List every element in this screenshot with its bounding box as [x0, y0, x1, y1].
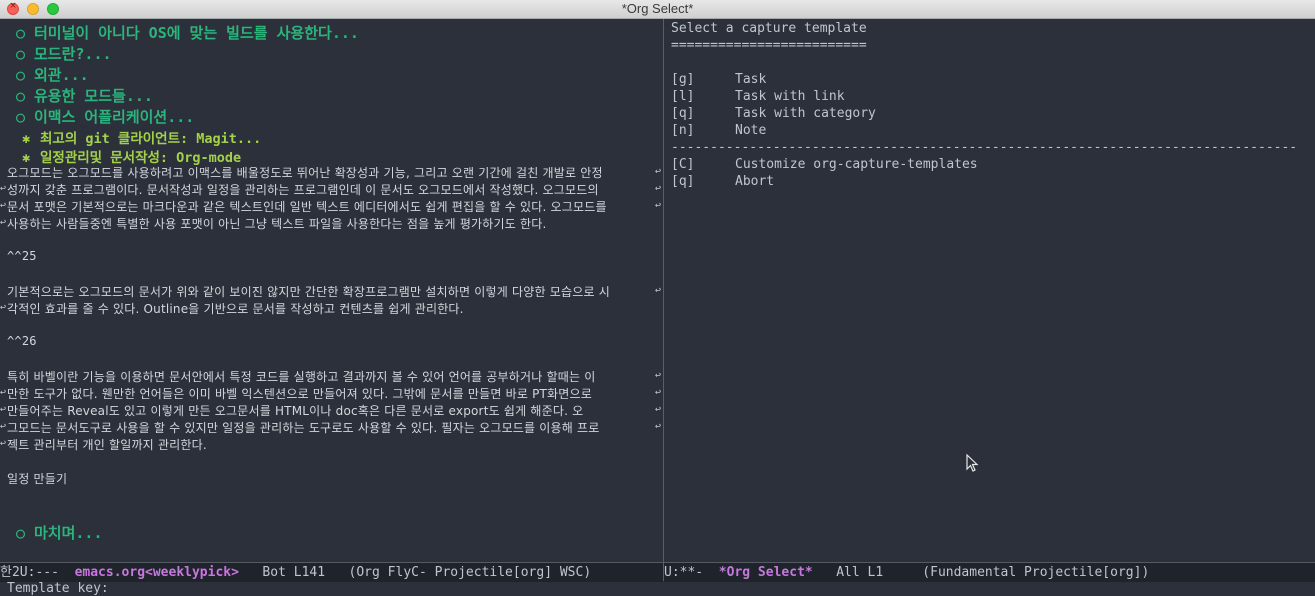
- heading-mode[interactable]: ○ 모드란?...: [16, 43, 112, 64]
- paragraph-line: 문서 포맷은 기본적으로는 마크다운과 같은 텍스트인데 일반 텍스트 에디터에…: [7, 200, 607, 214]
- circle-bullet-icon: ○: [16, 108, 26, 126]
- heading-useful-modes[interactable]: ○ 유용한 모드들...: [16, 85, 153, 106]
- left-editor-pane[interactable]: ○ 터미널이 아니다 OS에 맞는 빌드를 사용한다... ○ 모드란?... ○ 외…: [0, 19, 663, 561]
- wrap-arrow-icon: ↩: [655, 200, 662, 211]
- star-bullet-icon: ✱: [22, 131, 31, 147]
- plain-line: 일정 만들기: [7, 472, 68, 486]
- wrap-arrow-icon: ↩: [0, 200, 7, 211]
- paragraph-line: 각적인 효과를 줄 수 있다. Outline을 기반으로 문서를 작성하고 컨…: [7, 302, 464, 316]
- paragraph-line: 특히 바벨이란 기능을 이용하면 문서안에서 특정 코드를 실행하고 결과까지 …: [7, 370, 596, 384]
- paragraph-line: 만한 도구가 없다. 웬만한 언어들은 이미 바벨 익스텐션으로 만들어져 있다…: [7, 387, 593, 401]
- wrap-arrow-icon: ↩: [0, 183, 7, 194]
- wrap-arrow-icon: ↩: [0, 404, 7, 415]
- circle-bullet-icon: ○: [16, 24, 26, 42]
- title-underline: =========================: [671, 38, 867, 53]
- circle-bullet-icon: ○: [16, 45, 26, 63]
- heading-emacs-apps[interactable]: ○ 이맥스 어플리케이션...: [16, 106, 194, 127]
- separator-line: ----------------------------------------…: [671, 140, 1298, 155]
- wrap-arrow-icon: ↩: [655, 387, 662, 398]
- circle-bullet-icon: ○: [16, 87, 26, 105]
- heading-appearance[interactable]: ○ 외관...: [16, 64, 89, 85]
- buffer-name[interactable]: *Org Select*: [719, 565, 813, 580]
- paragraph-line: 성까지 갖춘 프로그램이다. 문서작성과 일정을 관리하는 프로그램인데 이 문…: [7, 183, 599, 197]
- wrap-arrow-icon: ↩: [655, 421, 662, 432]
- footnote-ref[interactable]: ^^25: [7, 249, 37, 263]
- subheading-org-mode[interactable]: ✱ 일정관리및 문서작성: Org-mode: [22, 146, 241, 166]
- mouse-pointer-icon: [966, 454, 979, 472]
- paragraph-line: 만들어주는 Reveal도 있고 이렇게 만든 오그문서를 HTML이나 doc…: [7, 404, 584, 418]
- wrap-arrow-icon: ↩: [655, 285, 662, 296]
- paragraph-line: 기본적으로는 오그모드의 문서가 위와 같이 보이진 않지만 간단한 확장프로그…: [7, 285, 610, 299]
- circle-bullet-icon: ○: [16, 524, 26, 542]
- wrap-arrow-icon: ↩: [655, 166, 662, 177]
- wrap-arrow-icon: ↩: [0, 421, 7, 432]
- wrap-arrow-icon: ↩: [655, 404, 662, 415]
- heading-conclusion[interactable]: ○ 마치며...: [16, 522, 103, 543]
- modeline-right: U:**- *Org Select* All L1 (Fundamental P…: [664, 562, 1315, 582]
- wrap-arrow-icon: ↩: [0, 217, 7, 228]
- capture-option-task-link[interactable]: [l] Task with link: [671, 89, 845, 104]
- circle-bullet-icon: ○: [16, 66, 26, 84]
- paragraph-line: 젝트 관리부터 개인 할일까지 관리한다.: [7, 438, 207, 452]
- paragraph-line: 그모드는 문서도구로 사용을 할 수 있지만 일정을 관리하는 도구로도 사용할…: [7, 421, 600, 435]
- heading-os-build[interactable]: ○ 터미널이 아니다 OS에 맞는 빌드를 사용한다...: [16, 22, 359, 43]
- wrap-arrow-icon: ↩: [0, 438, 7, 449]
- footnote-ref[interactable]: ^^26: [7, 334, 37, 348]
- wrap-arrow-icon: ↩: [655, 183, 662, 194]
- capture-option-task[interactable]: [g] Task: [671, 72, 766, 87]
- window-title: *Org Select*: [621, 1, 694, 16]
- window-titlebar: × *Org Select*: [0, 0, 1315, 19]
- capture-option-abort[interactable]: [q] Abort: [671, 174, 774, 189]
- capture-option-customize[interactable]: [C] Customize org-capture-templates: [671, 157, 978, 172]
- minibuffer-prompt[interactable]: Template key:: [7, 581, 109, 596]
- buffer-name[interactable]: emacs.org<weeklypick>: [75, 565, 239, 580]
- subheading-magit[interactable]: ✱ 최고의 git 클라이언트: Magit...: [22, 127, 261, 147]
- paragraph-line: 사용하는 사람들중엔 특별한 사용 포맷이 아닌 그냥 텍스트 파일을 사용한다…: [7, 217, 547, 231]
- capture-option-task-category[interactable]: [q] Task with category: [671, 106, 876, 121]
- wrap-arrow-icon: ↩: [0, 302, 7, 313]
- paragraph-line: 오그모드는 오그모드를 사용하려고 이맥스를 배울정도로 뛰어난 확장성과 기능…: [7, 166, 603, 180]
- wrap-arrow-icon: ↩: [0, 387, 7, 398]
- capture-option-note[interactable]: [n] Note: [671, 123, 766, 138]
- wrap-arrow-icon: ↩: [655, 370, 662, 381]
- org-select-pane[interactable]: Select a capture template ==============…: [664, 19, 1315, 561]
- modeline-left: 한2U:--- emacs.org<weeklypick> Bot L141 (…: [0, 562, 663, 582]
- capture-title: Select a capture template: [671, 21, 867, 36]
